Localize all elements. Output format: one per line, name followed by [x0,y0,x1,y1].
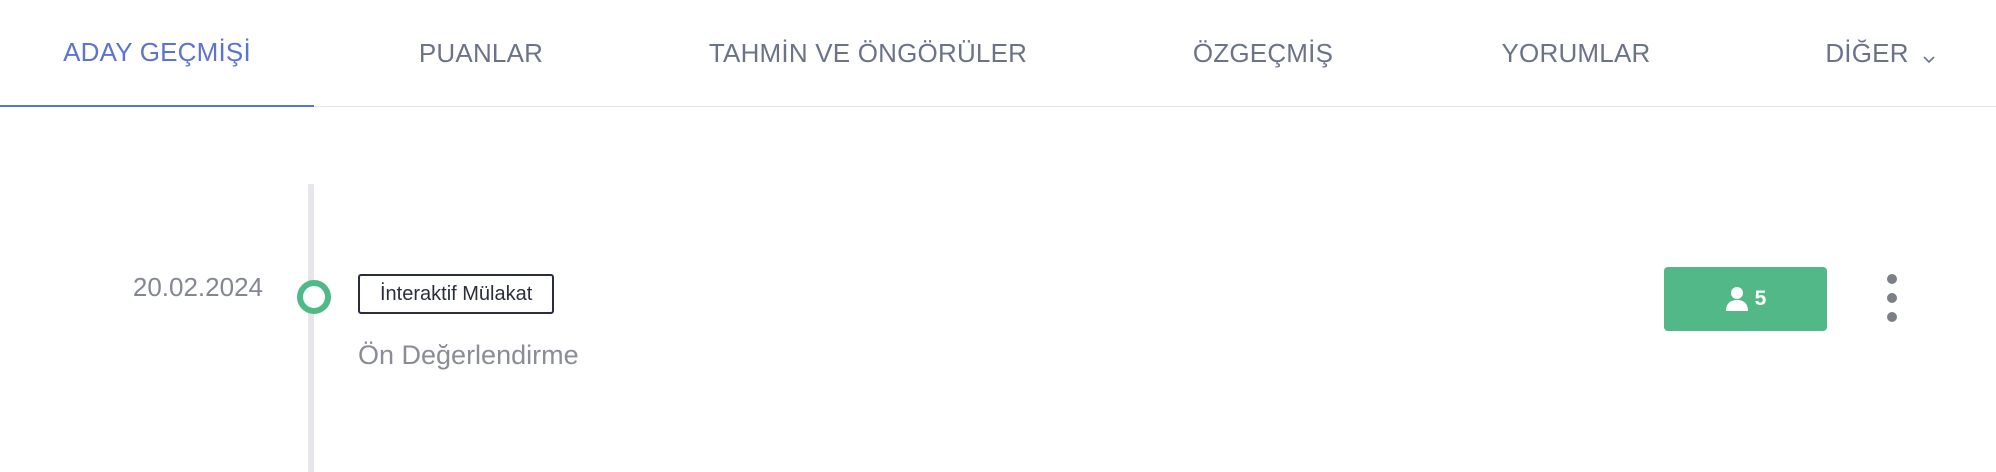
event-type-tag: İnteraktif Mülakat [358,274,555,314]
more-vertical-icon[interactable] [1876,274,1908,322]
user-icon [1725,287,1748,311]
menu-dot [1887,312,1897,322]
tab-label: ADAY GEÇMİŞİ [63,37,251,67]
tab-ozgecmis[interactable]: ÖZGEÇMİŞ [1160,0,1366,106]
tab-label: DİĞER [1825,37,1909,68]
timeline-date: 20.02.2024 [132,272,263,302]
tab-tahmin-ve-ongoruler[interactable]: TAHMİN VE ÖNGÖRÜLER [700,0,1036,106]
tab-bar: ADAY GEÇMİŞİ PUANLAR TAHMİN VE ÖNGÖRÜLER… [0,0,1996,107]
tab-label: ÖZGEÇMİŞ [1192,37,1334,68]
tab-aday-gecmisi[interactable]: ADAY GEÇMİŞİ [0,0,314,107]
timeline-line [308,184,314,472]
chevron-down-icon [1921,43,1937,64]
timeline-dot [297,280,331,314]
tab-label: TAHMİN VE ÖNGÖRÜLER [708,37,1028,68]
tab-label: PUANLAR [418,37,544,68]
participants-button[interactable]: 5 [1664,267,1827,331]
tab-label: YORUMLAR [1501,37,1651,68]
tab-yorumlar[interactable]: YORUMLAR [1480,0,1672,106]
tab-diger[interactable]: DİĞER [1806,0,1956,106]
menu-dot [1887,293,1897,303]
participant-count: 5 [1754,287,1767,310]
menu-dot [1887,274,1897,284]
tab-puanlar[interactable]: PUANLAR [381,0,581,106]
event-stage-label: Ön Değerlendirme [358,340,579,370]
